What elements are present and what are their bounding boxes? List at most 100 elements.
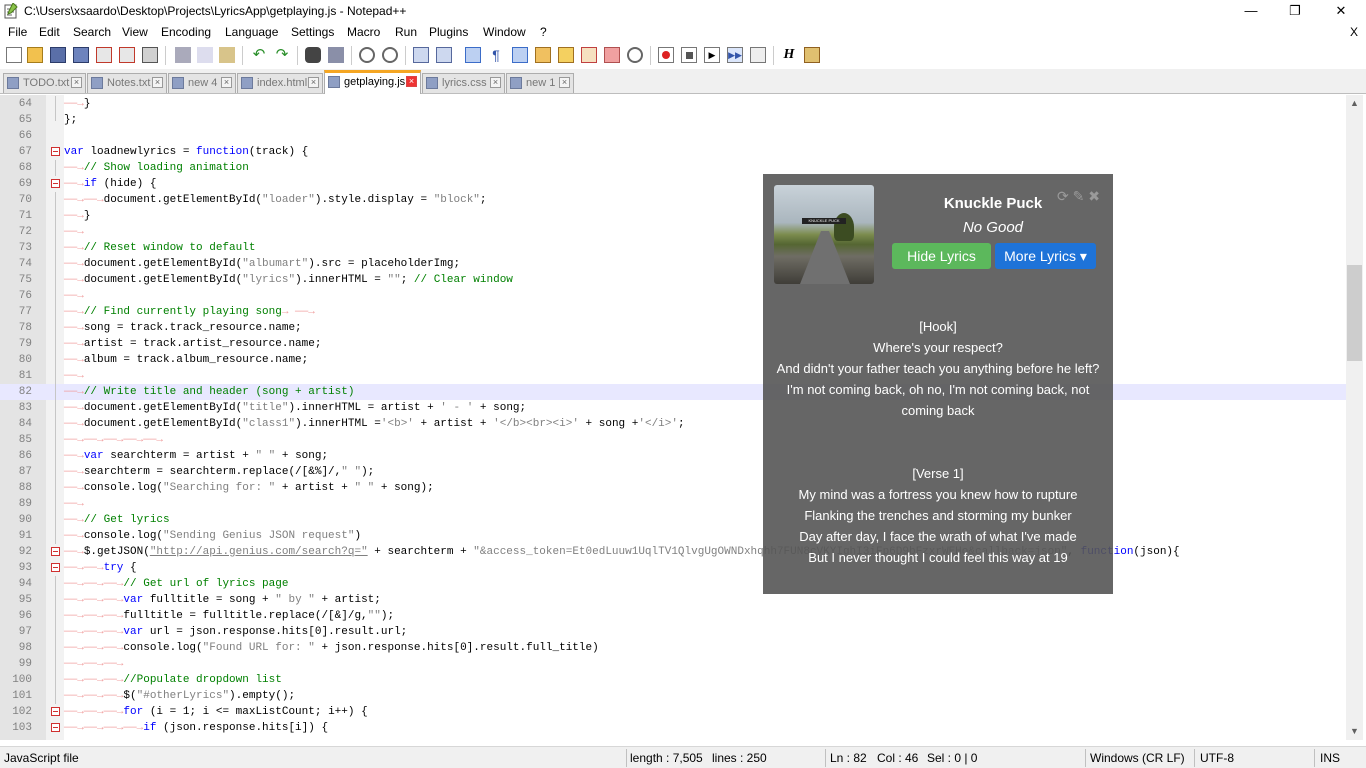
tab-close-icon[interactable]: × bbox=[71, 77, 82, 88]
copy-icon[interactable] bbox=[197, 47, 213, 63]
code-line[interactable]: 98 ——→——→——→console.log("Found URL for: "… bbox=[0, 640, 1346, 656]
code-line[interactable]: 101 ——→——→——→$("#otherLyrics").empty(); bbox=[0, 688, 1346, 704]
code-line[interactable]: 66 bbox=[0, 128, 1346, 144]
menu-settings[interactable]: Settings bbox=[291, 25, 334, 39]
code-line[interactable]: 93 ——→——→try { bbox=[0, 560, 1346, 576]
insert-mode[interactable]: INS bbox=[1320, 751, 1340, 765]
menu-window[interactable]: Window bbox=[483, 25, 526, 39]
code-line[interactable]: 74 ——→document.getElementById("albumart")… bbox=[0, 256, 1346, 272]
code-line[interactable]: 67 var loadnewlyrics = function(track) { bbox=[0, 144, 1346, 160]
code-line[interactable]: 81 ——→ bbox=[0, 368, 1346, 384]
close-file-icon[interactable] bbox=[96, 47, 112, 63]
code-line[interactable]: 77 ——→// Find currently playing song→ ——→ bbox=[0, 304, 1346, 320]
code-editor[interactable]: 64 ——→} 65}; 66 67 var loadnewlyrics = functi… bbox=[0, 95, 1346, 740]
tab-todo[interactable]: TODO.txt × bbox=[3, 73, 86, 93]
code-line[interactable]: 84 ——→document.getElementById("class1").i… bbox=[0, 416, 1346, 432]
tab-close-icon[interactable]: × bbox=[221, 77, 232, 88]
run-macro-multiple-icon[interactable]: ▶▶ bbox=[727, 47, 743, 63]
close-all-icon[interactable] bbox=[119, 47, 135, 63]
open-file-icon[interactable] bbox=[27, 47, 43, 63]
more-lyrics-button[interactable]: More Lyrics ▾ bbox=[995, 243, 1096, 269]
sync-vertical-icon[interactable] bbox=[413, 47, 429, 63]
menu-language[interactable]: Language bbox=[225, 25, 278, 39]
code-line[interactable]: 96 ——→——→——→fulltitle = fulltitle.replace… bbox=[0, 608, 1346, 624]
tab-new-4[interactable]: new 4 × bbox=[168, 73, 236, 93]
plugin-icon[interactable] bbox=[804, 47, 820, 63]
menu-edit[interactable]: Edit bbox=[39, 25, 60, 39]
vertical-scrollbar[interactable]: ▲ ▼ bbox=[1346, 95, 1363, 740]
code-line[interactable]: 94 ——→——→——→// Get url of lyrics page bbox=[0, 576, 1346, 592]
code-line[interactable]: 83 ——→document.getElementById("title").in… bbox=[0, 400, 1346, 416]
code-line[interactable]: 71 ——→} bbox=[0, 208, 1346, 224]
print-icon[interactable] bbox=[142, 47, 158, 63]
code-line[interactable]: 87 ——→searchterm = searchterm.replace(/[&… bbox=[0, 464, 1346, 480]
zoom-in-icon[interactable] bbox=[359, 47, 375, 63]
menu-file[interactable]: File bbox=[8, 25, 27, 39]
menu-search[interactable]: Search bbox=[73, 25, 111, 39]
close-window-button[interactable]: ✕ bbox=[1318, 0, 1364, 23]
code-line[interactable]: 103 ——→——→——→——→if (json.response.hits[i]… bbox=[0, 720, 1346, 736]
save-all-icon[interactable] bbox=[73, 47, 89, 63]
encoding[interactable]: UTF-8 bbox=[1200, 751, 1234, 765]
fold-toggle-icon[interactable] bbox=[51, 563, 60, 572]
code-line[interactable]: 89 ——→ bbox=[0, 496, 1346, 512]
menu-macro[interactable]: Macro bbox=[347, 25, 380, 39]
code-line[interactable]: 79 ——→artist = track.artist_resource.name… bbox=[0, 336, 1346, 352]
save-icon[interactable] bbox=[50, 47, 66, 63]
code-line[interactable]: 68 ——→// Show loading animation bbox=[0, 160, 1346, 176]
new-file-icon[interactable] bbox=[6, 47, 22, 63]
code-line[interactable]: 78 ——→song = track.track_resource.name; bbox=[0, 320, 1346, 336]
menu-help[interactable]: ? bbox=[540, 25, 547, 39]
eol-format[interactable]: Windows (CR LF) bbox=[1090, 751, 1185, 765]
scroll-up-icon[interactable]: ▲ bbox=[1346, 95, 1363, 112]
tab-notes[interactable]: Notes.txt × bbox=[87, 73, 167, 93]
fold-toggle-icon[interactable] bbox=[51, 547, 60, 556]
tab-close-icon[interactable]: × bbox=[308, 77, 319, 88]
code-line[interactable]: 92 ——→$.getJSON("http://api.genius.com/se… bbox=[0, 544, 1346, 560]
fold-toggle-icon[interactable] bbox=[51, 179, 60, 188]
menu-run[interactable]: Run bbox=[395, 25, 417, 39]
code-line[interactable]: 64 ——→} bbox=[0, 96, 1346, 112]
close-document-button[interactable]: X bbox=[1350, 25, 1358, 39]
code-line[interactable]: 99 ——→——→——→ bbox=[0, 656, 1346, 672]
indent-guide-icon[interactable] bbox=[512, 47, 528, 63]
find-icon[interactable] bbox=[305, 47, 321, 63]
undo-icon[interactable]: ↶ bbox=[251, 47, 267, 63]
code-line[interactable]: 73 ——→// Reset window to default bbox=[0, 240, 1346, 256]
code-line[interactable]: 72 ——→ bbox=[0, 224, 1346, 240]
show-all-chars-icon[interactable]: ¶ bbox=[488, 47, 504, 63]
code-line[interactable]: 97 ——→——→——→var url = json.response.hits[… bbox=[0, 624, 1346, 640]
sync-horizontal-icon[interactable] bbox=[436, 47, 452, 63]
doc-map-icon[interactable] bbox=[558, 47, 574, 63]
scrollbar-thumb[interactable] bbox=[1347, 265, 1362, 361]
fold-toggle-icon[interactable] bbox=[51, 707, 60, 716]
menu-view[interactable]: View bbox=[122, 25, 148, 39]
scroll-down-icon[interactable]: ▼ bbox=[1346, 723, 1363, 740]
play-macro-icon[interactable]: ▶ bbox=[704, 47, 720, 63]
tab-lyrics-css[interactable]: lyrics.css × bbox=[422, 73, 505, 93]
hex-editor-icon[interactable]: H bbox=[781, 47, 797, 63]
monitoring-icon[interactable] bbox=[627, 47, 643, 63]
code-line[interactable]: 86 ——→var searchterm = artist + " " + son… bbox=[0, 448, 1346, 464]
code-line[interactable]: 80 ——→album = track.album_resource.name; bbox=[0, 352, 1346, 368]
zoom-out-icon[interactable] bbox=[382, 47, 398, 63]
redo-icon[interactable]: ↷ bbox=[274, 47, 290, 63]
menu-encoding[interactable]: Encoding bbox=[161, 25, 211, 39]
code-line[interactable]: 85 ——→——→——→——→——→ bbox=[0, 432, 1346, 448]
code-line[interactable]: 91 ——→console.log("Sending Genius JSON re… bbox=[0, 528, 1346, 544]
code-line[interactable]: 88 ——→console.log("Searching for: " + art… bbox=[0, 480, 1346, 496]
fold-toggle-icon[interactable] bbox=[51, 147, 60, 156]
code-line[interactable]: 95 ——→——→——→var fulltitle = song + " by "… bbox=[0, 592, 1346, 608]
tab-close-icon[interactable]: × bbox=[152, 77, 163, 88]
code-line[interactable]: 76 ——→ bbox=[0, 288, 1346, 304]
code-line[interactable]: 70 ——→——→document.getElementById("loader"… bbox=[0, 192, 1346, 208]
folder-workspace-icon[interactable] bbox=[604, 47, 620, 63]
paste-icon[interactable] bbox=[219, 47, 235, 63]
code-line[interactable]: 102 ——→——→——→for (i = 1; i <= maxListCoun… bbox=[0, 704, 1346, 720]
tab-close-icon[interactable]: × bbox=[559, 77, 570, 88]
cut-icon[interactable] bbox=[175, 47, 191, 63]
code-line[interactable]: 100 ——→——→——→//Populate dropdown list bbox=[0, 672, 1346, 688]
fold-toggle-icon[interactable] bbox=[51, 723, 60, 732]
code-line[interactable]: 65}; bbox=[0, 112, 1346, 128]
tab-close-icon[interactable]: × bbox=[490, 77, 501, 88]
